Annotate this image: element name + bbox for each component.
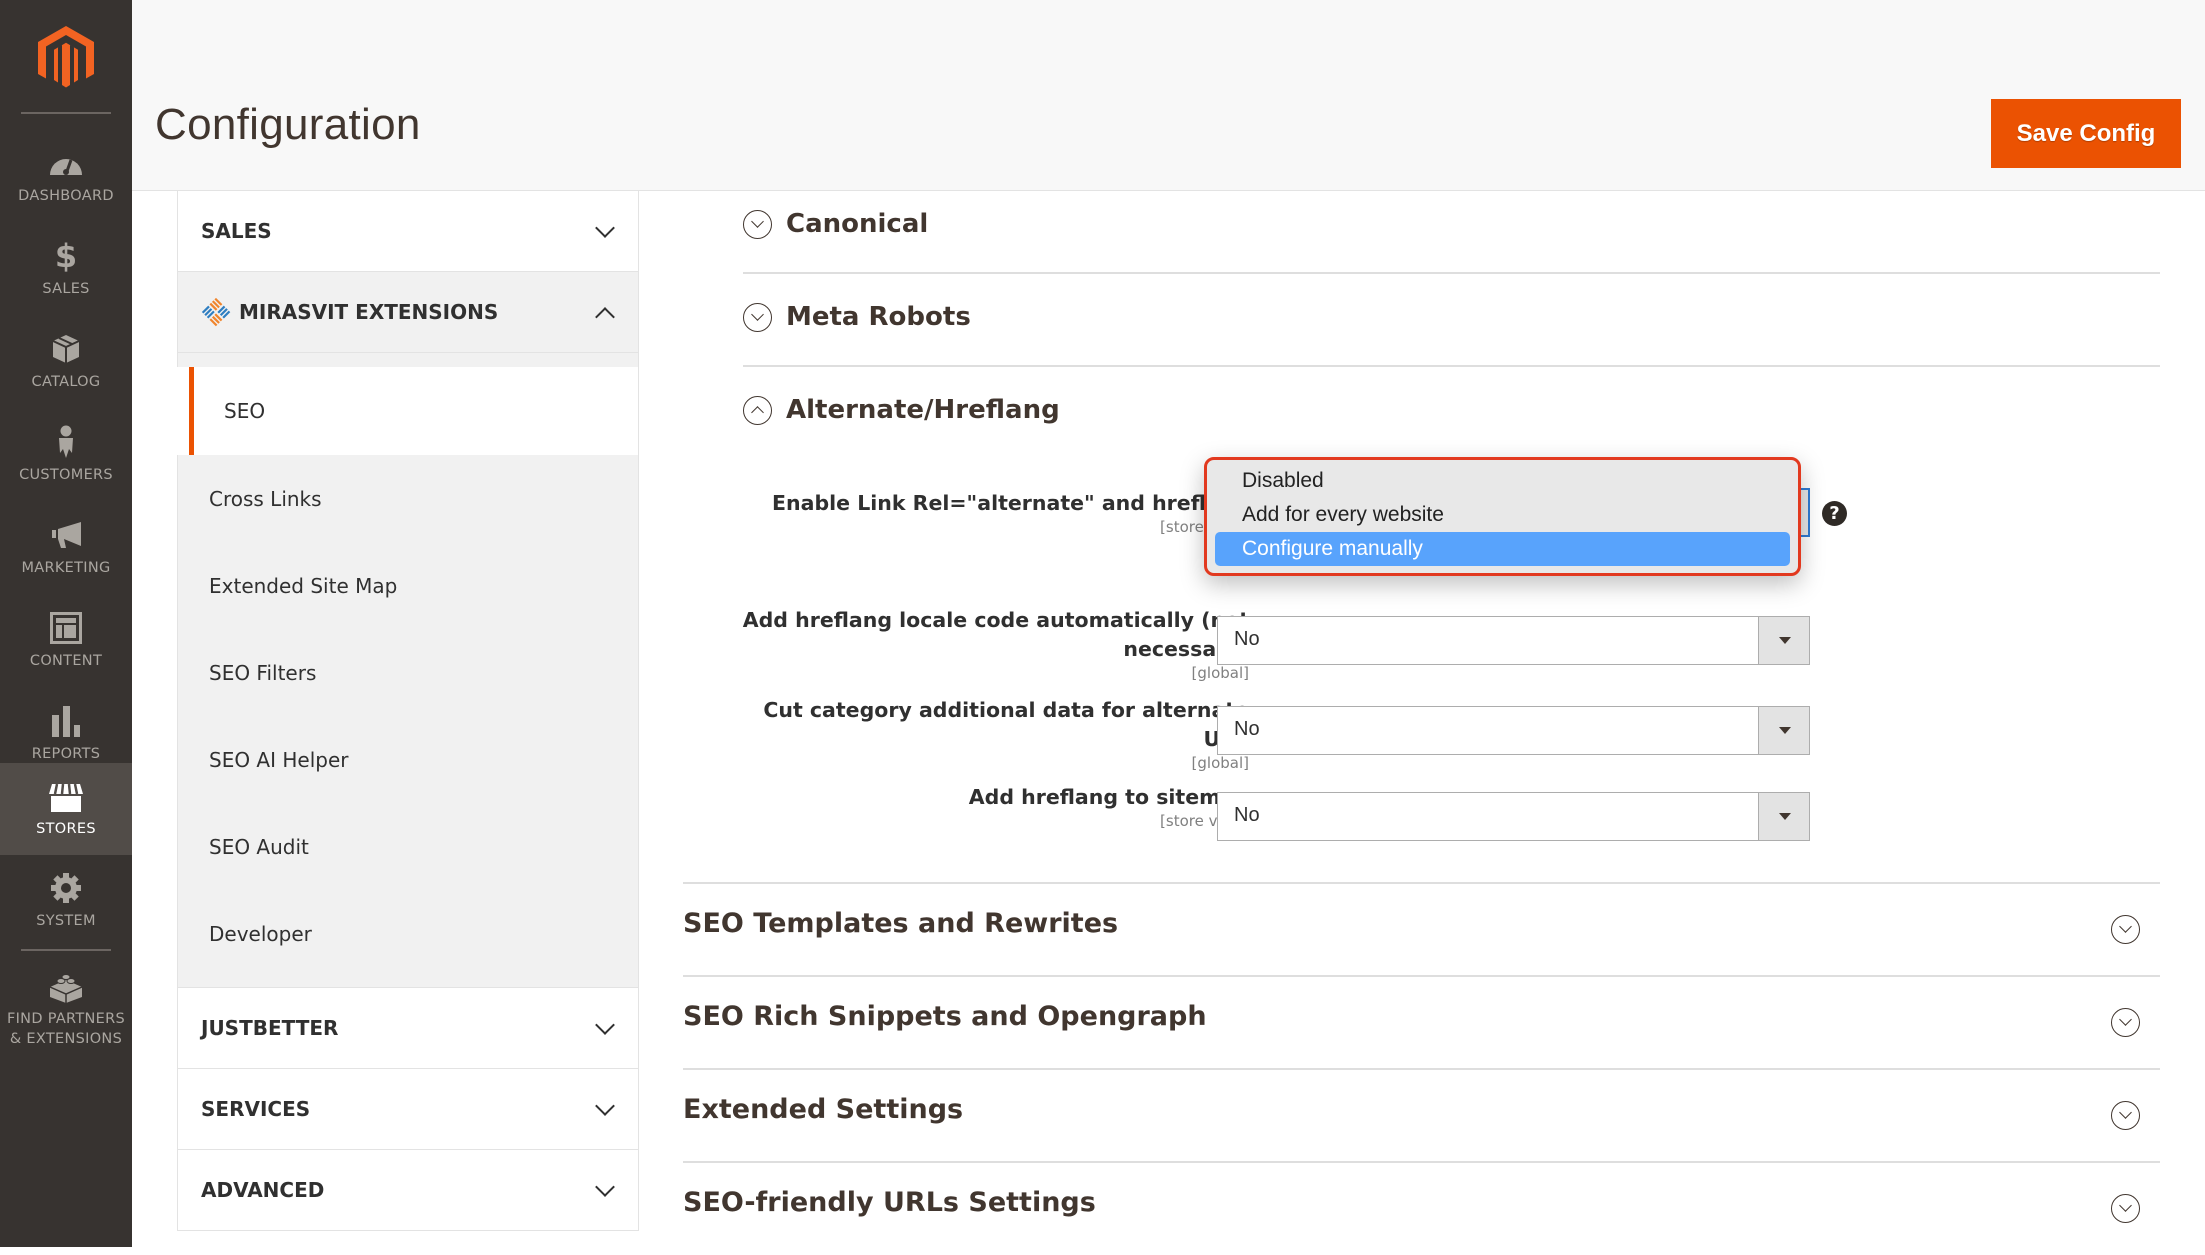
megaphone-icon xyxy=(48,518,84,552)
bar-chart-icon xyxy=(48,704,84,738)
page-header: Configuration Save Config xyxy=(132,0,2205,191)
tab-services-label: SERVICES xyxy=(201,1097,311,1121)
tab-sales[interactable]: SALES xyxy=(177,191,639,272)
sub-item-seo-audit[interactable]: SEO Audit xyxy=(178,803,638,890)
scope-label: [global] xyxy=(1191,754,1249,772)
scope-label: [global] xyxy=(1191,664,1249,682)
tab-sales-label: SALES xyxy=(201,219,272,243)
chevron-down-icon xyxy=(595,1015,615,1035)
tab-mirasvit-label: MIRASVIT EXTENSIONS xyxy=(239,300,499,324)
section-extended-settings-title: Extended Settings xyxy=(683,1094,964,1125)
nav-catalog[interactable]: CATALOG xyxy=(0,316,132,409)
field-locale-code-label: Add hreflang locale code automatically (… xyxy=(689,606,1249,682)
sub-item-seo-ai-helper[interactable]: SEO AI Helper xyxy=(178,716,638,803)
nav-dashboard[interactable]: DASHBOARD xyxy=(0,130,132,223)
dropdown-arrow-icon xyxy=(1758,793,1809,840)
tab-advanced[interactable]: ADVANCED xyxy=(177,1150,639,1231)
magento-logo-icon[interactable] xyxy=(38,26,94,90)
person-icon xyxy=(48,425,84,459)
option-disabled[interactable]: Disabled xyxy=(1215,464,1790,498)
field-sitemap-label: Add hreflang to sitemap [store view] xyxy=(689,783,1249,830)
tab-justbetter-label: JUSTBETTER xyxy=(201,1016,339,1040)
section-extended-settings[interactable]: Extended Settings xyxy=(683,1070,2160,1162)
gear-icon xyxy=(48,871,84,905)
nav-content[interactable]: CONTENT xyxy=(0,595,132,688)
hreflang-dropdown-menu: Disabled Add for every website Configure… xyxy=(1204,457,1801,576)
box-icon xyxy=(48,332,84,366)
chevron-down-icon xyxy=(595,218,615,238)
chevron-down-icon xyxy=(595,1096,615,1116)
nav-find-partners-line2: & EXTENSIONS xyxy=(9,1031,123,1047)
field-enable-hreflang-label: Enable Link Rel="alternate" and hreflang… xyxy=(689,489,1249,536)
sidebar-divider xyxy=(21,949,111,951)
expand-circle-icon xyxy=(2111,915,2140,944)
nav-find-partners[interactable]: FIND PARTNERS & EXTENSIONS xyxy=(0,955,132,1055)
sub-item-seo[interactable]: SEO xyxy=(189,367,639,455)
option-configure-manually[interactable]: Configure manually xyxy=(1215,532,1790,566)
cut-category-select[interactable]: No xyxy=(1217,706,1810,755)
chevron-down-icon xyxy=(595,1177,615,1197)
section-rich-snippets[interactable]: SEO Rich Snippets and Opengraph xyxy=(683,977,2160,1069)
chevron-up-icon xyxy=(595,307,615,327)
locale-code-select[interactable]: No xyxy=(1217,616,1810,665)
nav-stores[interactable]: STORES xyxy=(0,763,132,855)
store-icon xyxy=(48,781,84,815)
scope-label: [store view] xyxy=(1160,812,1249,830)
section-seo-templates-title: SEO Templates and Rewrites xyxy=(683,908,1119,939)
expand-circle-icon xyxy=(2111,1194,2140,1223)
section-seo-friendly-urls[interactable]: SEO-friendly URLs Settings xyxy=(683,1163,2160,1255)
field-cut-category-label: Cut category additional data for alterna… xyxy=(689,696,1249,772)
layout-icon xyxy=(48,611,84,645)
sub-list-gap xyxy=(177,353,639,367)
sub-item-cross-links[interactable]: Cross Links xyxy=(178,455,638,542)
sub-item-seo-filters[interactable]: SEO Filters xyxy=(178,629,638,716)
section-rich-snippets-title: SEO Rich Snippets and Opengraph xyxy=(683,1001,1207,1032)
nav-marketing[interactable]: MARKETING xyxy=(0,502,132,595)
tab-mirasvit-extensions[interactable]: MIRASVIT EXTENSIONS xyxy=(177,272,639,353)
lego-block-icon xyxy=(48,971,84,1005)
dropdown-arrow-icon xyxy=(1758,707,1809,754)
dropdown-arrow-icon xyxy=(1758,617,1809,664)
config-tabs-nav: SALES MIRASVIT EXTENSIONS SEO Cross Link… xyxy=(177,191,639,1231)
nav-find-partners-line1: FIND PARTNERS xyxy=(6,1011,126,1027)
tab-justbetter[interactable]: JUSTBETTER xyxy=(177,988,639,1069)
sub-item-extended-site-map[interactable]: Extended Site Map xyxy=(178,542,638,629)
section-seo-friendly-urls-title: SEO-friendly URLs Settings xyxy=(683,1187,1096,1218)
nav-sales[interactable]: $ SALES xyxy=(0,223,132,316)
admin-sidebar: DASHBOARD $ SALES CATALOG CUSTOMERS MARK… xyxy=(0,0,132,1247)
dashboard-icon xyxy=(48,146,84,180)
mirasvit-sub-list: Cross Links Extended Site Map SEO Filter… xyxy=(177,455,639,988)
page-title: Configuration xyxy=(155,100,421,149)
expand-circle-icon xyxy=(2111,1008,2140,1037)
nav-customers[interactable]: CUSTOMERS xyxy=(0,409,132,502)
scope-label: [store view] xyxy=(1160,518,1249,536)
dollar-icon: $ xyxy=(54,237,78,275)
sub-item-developer[interactable]: Developer xyxy=(178,890,638,977)
sidebar-divider xyxy=(21,112,111,114)
sitemap-select[interactable]: No xyxy=(1217,792,1810,841)
save-config-button[interactable]: Save Config xyxy=(1991,99,2181,168)
hreflang-fields: Enable Link Rel="alternate" and hreflang… xyxy=(743,191,2160,891)
section-seo-templates[interactable]: SEO Templates and Rewrites xyxy=(683,884,2160,976)
expand-circle-icon xyxy=(2111,1101,2140,1130)
tab-services[interactable]: SERVICES xyxy=(177,1069,639,1150)
mirasvit-logo-icon xyxy=(201,297,231,327)
nav-system[interactable]: SYSTEM xyxy=(0,855,132,948)
help-icon[interactable]: ? xyxy=(1822,501,1847,526)
tab-advanced-label: ADVANCED xyxy=(201,1178,325,1202)
option-add-for-every-website[interactable]: Add for every website xyxy=(1215,498,1790,532)
